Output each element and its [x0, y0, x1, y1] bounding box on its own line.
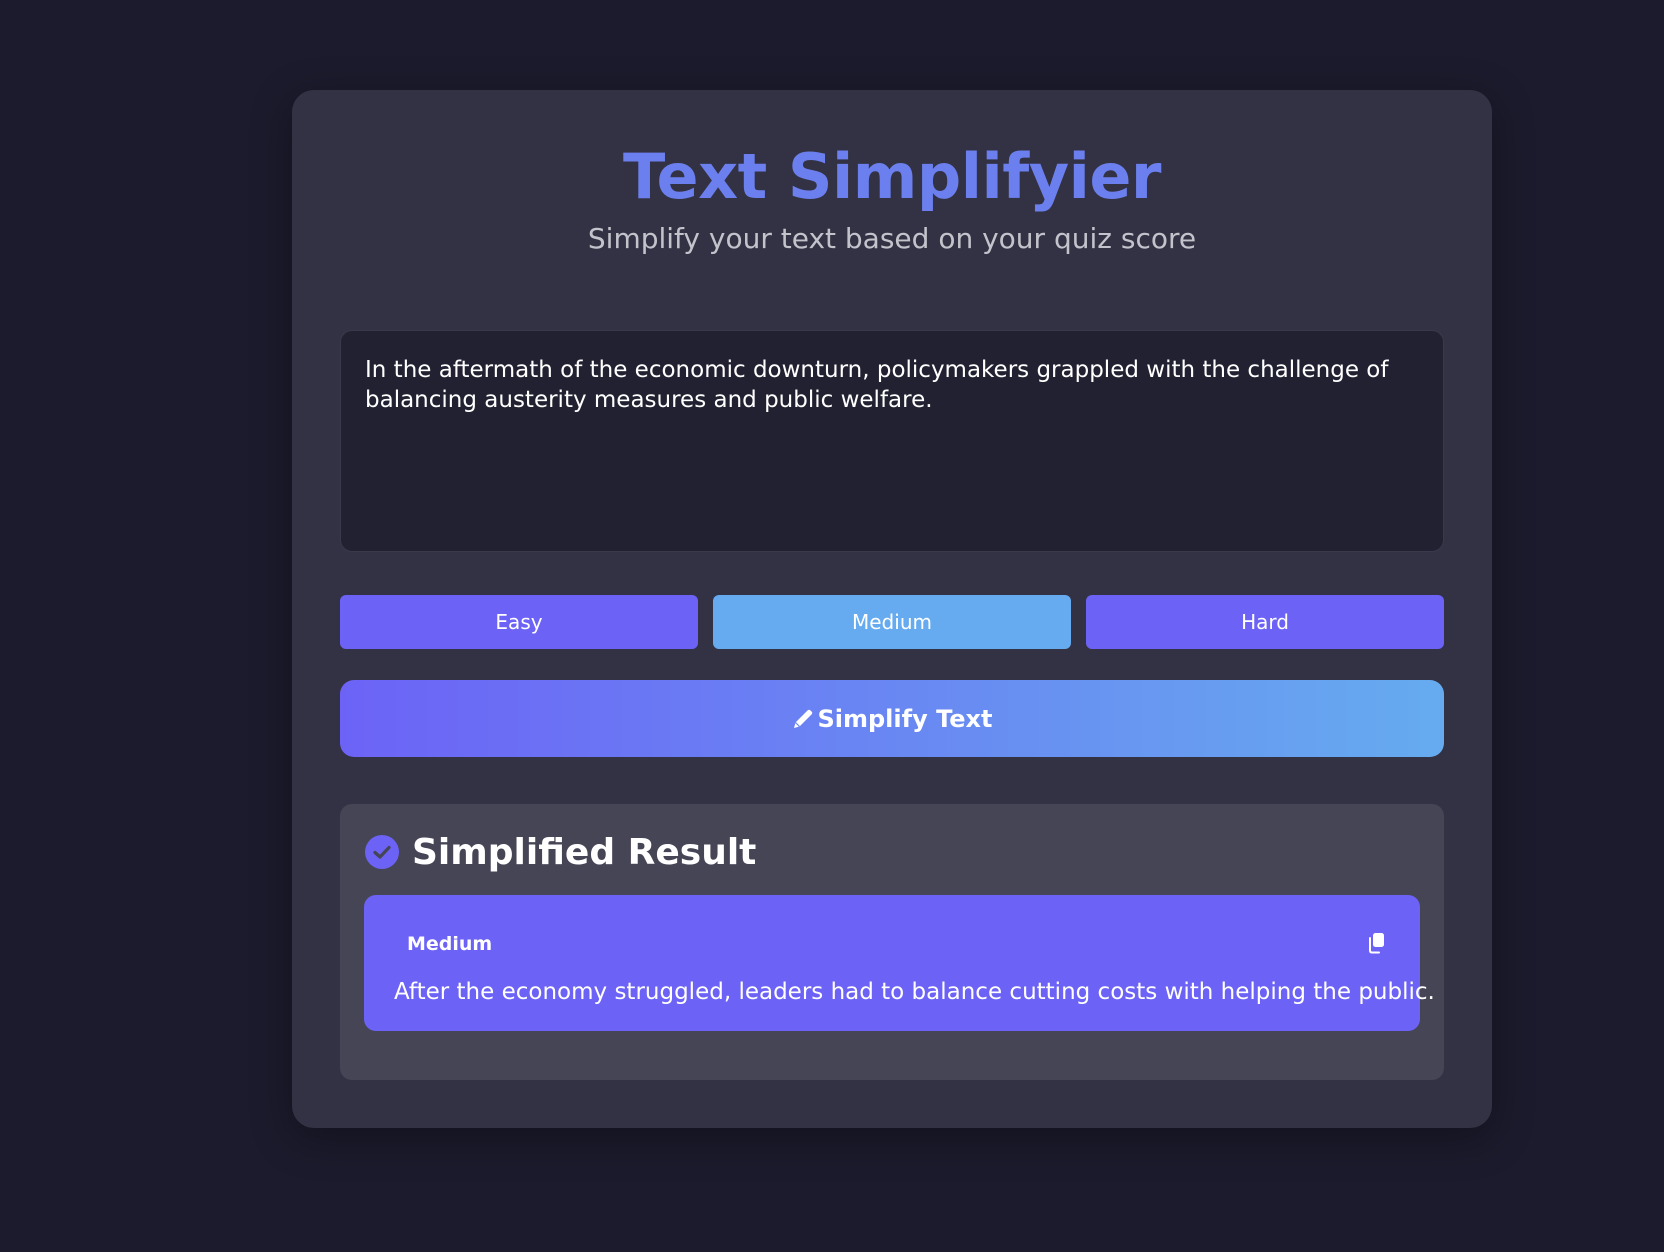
simplifier-card: Text Simplifyier Simplify your text base… [292, 90, 1492, 1128]
result-text: After the economy struggled, leaders had… [394, 979, 1435, 1005]
result-header: Simplified Result [364, 830, 756, 874]
level-easy-button[interactable]: Easy [340, 595, 698, 649]
result-title: Simplified Result [412, 831, 757, 873]
result-panel: Simplified Result Medium After the econo… [340, 804, 1444, 1080]
result-card: Medium After the economy struggled, lead… [364, 895, 1435, 1031]
simplify-button[interactable]: Simplify Text [340, 680, 1444, 757]
result-level-label: Medium [407, 933, 493, 955]
level-medium-button[interactable]: Medium [713, 595, 1071, 649]
pencil-icon [791, 707, 815, 731]
check-circle-icon [364, 834, 400, 870]
copy-icon[interactable] [1364, 931, 1388, 955]
simplify-button-label: Simplify Text [817, 704, 993, 733]
page-subtitle: Simplify your text based on your quiz sc… [587, 222, 1197, 255]
difficulty-selector: Easy Medium Hard [340, 595, 1444, 649]
text-input[interactable]: In the aftermath of the economic downtur… [340, 330, 1444, 552]
level-hard-button[interactable]: Hard [1086, 595, 1444, 649]
page-title: Text Simplifyier [623, 140, 1161, 213]
